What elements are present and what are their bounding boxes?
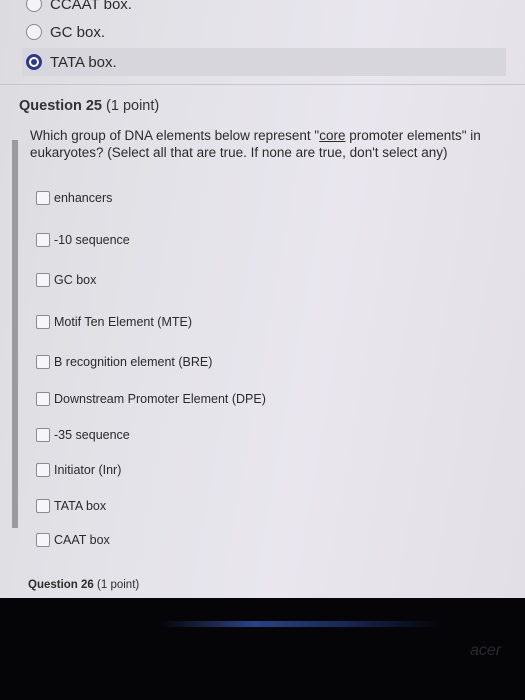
- option-dpe[interactable]: Downstream Promoter Element (DPE): [36, 389, 266, 409]
- next-question-title: Question 26 (1 point): [28, 579, 139, 591]
- question-title: Question 25 (1 point): [19, 98, 159, 114]
- option-label: B recognition element (BRE): [54, 355, 213, 369]
- prev-option-label: CCAAT box.: [50, 0, 132, 13]
- question-side-bar: [12, 140, 18, 528]
- radio-button[interactable]: [26, 24, 42, 40]
- monitor-bezel: [0, 598, 525, 700]
- option-label: -10 sequence: [54, 233, 130, 247]
- next-question-number: Question 26: [28, 579, 94, 591]
- checkbox[interactable]: [36, 191, 50, 205]
- checkbox[interactable]: [36, 315, 50, 329]
- option-label: enhancers: [54, 191, 113, 205]
- radio-button-selected[interactable]: [26, 54, 42, 70]
- option-label: Initiator (Inr): [54, 463, 122, 477]
- option-bre[interactable]: B recognition element (BRE): [36, 352, 212, 372]
- question-text-underlined: core: [319, 128, 346, 143]
- checkbox[interactable]: [36, 463, 50, 477]
- question-divider: [0, 84, 525, 85]
- prev-option-ccaat[interactable]: CCAAT box.: [26, 0, 132, 18]
- question-number: Question 25: [19, 98, 102, 114]
- option-label: TATA box: [54, 499, 107, 513]
- checkbox[interactable]: [36, 533, 50, 547]
- checkbox[interactable]: [36, 392, 50, 406]
- prev-option-label: GC box.: [50, 23, 106, 41]
- question-text: Which group of DNA elements below repres…: [30, 127, 500, 161]
- option-label: Downstream Promoter Element (DPE): [54, 392, 266, 406]
- option-label: -35 sequence: [54, 428, 130, 442]
- checkbox[interactable]: [36, 355, 50, 369]
- option-35-sequence[interactable]: -35 sequence: [36, 425, 130, 445]
- brand-logo: acer: [470, 642, 502, 659]
- option-caat-box[interactable]: CAAT box: [36, 530, 110, 550]
- checkbox[interactable]: [36, 428, 50, 442]
- option-gc-box[interactable]: GC box: [36, 270, 96, 290]
- checkbox[interactable]: [36, 233, 50, 247]
- radio-button[interactable]: [26, 0, 42, 12]
- prev-option-tata[interactable]: TATA box.: [22, 48, 506, 76]
- question-points: (1 point): [106, 98, 160, 114]
- option-inr[interactable]: Initiator (Inr): [36, 460, 121, 480]
- checkbox[interactable]: [36, 273, 50, 287]
- question-text-part: Which group of DNA elements below repres…: [30, 128, 320, 143]
- next-question-points: (1 point): [97, 579, 140, 591]
- screen-glow: [160, 621, 440, 627]
- prev-option-label: TATA box.: [50, 53, 117, 71]
- option-label: Motif Ten Element (MTE): [54, 315, 193, 329]
- option-mte[interactable]: Motif Ten Element (MTE): [36, 312, 192, 332]
- option-tata-box[interactable]: TATA box: [36, 496, 106, 516]
- option-label: GC box: [54, 273, 97, 287]
- option-10-sequence[interactable]: -10 sequence: [36, 230, 130, 250]
- quiz-screen: CCAAT box. GC box. TATA box. Question 25…: [0, 0, 525, 598]
- checkbox[interactable]: [36, 499, 50, 513]
- option-enhancers[interactable]: enhancers: [36, 188, 112, 208]
- option-label: CAAT box: [54, 533, 110, 547]
- prev-option-gc[interactable]: GC box.: [26, 18, 105, 46]
